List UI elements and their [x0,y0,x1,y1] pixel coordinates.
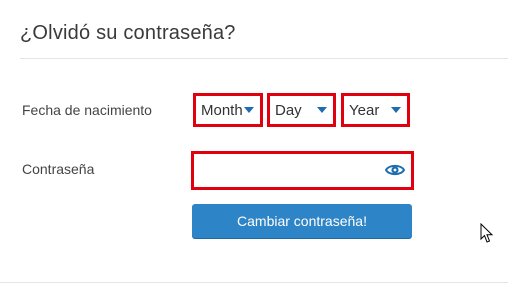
year-select-value: Year [349,101,380,119]
caret-down-icon [317,107,327,113]
page-title: ¿Olvidó su contraseña? [20,22,236,44]
day-select[interactable]: Day [267,93,336,127]
caret-down-icon [244,107,254,113]
password-label: Contraseña [22,161,95,177]
change-password-button[interactable]: Cambiar contraseña! [192,204,412,238]
mouse-cursor-icon [480,223,494,243]
password-field-wrapper [191,151,414,190]
dob-label: Fecha de nacimiento [22,102,152,118]
footer-divider [0,282,508,283]
caret-down-icon [391,107,401,113]
password-input[interactable] [198,158,382,184]
header-divider [20,58,508,59]
month-select[interactable]: Month [193,93,263,127]
day-select-value: Day [275,101,302,119]
eye-icon[interactable] [385,162,405,178]
year-select[interactable]: Year [341,93,410,127]
